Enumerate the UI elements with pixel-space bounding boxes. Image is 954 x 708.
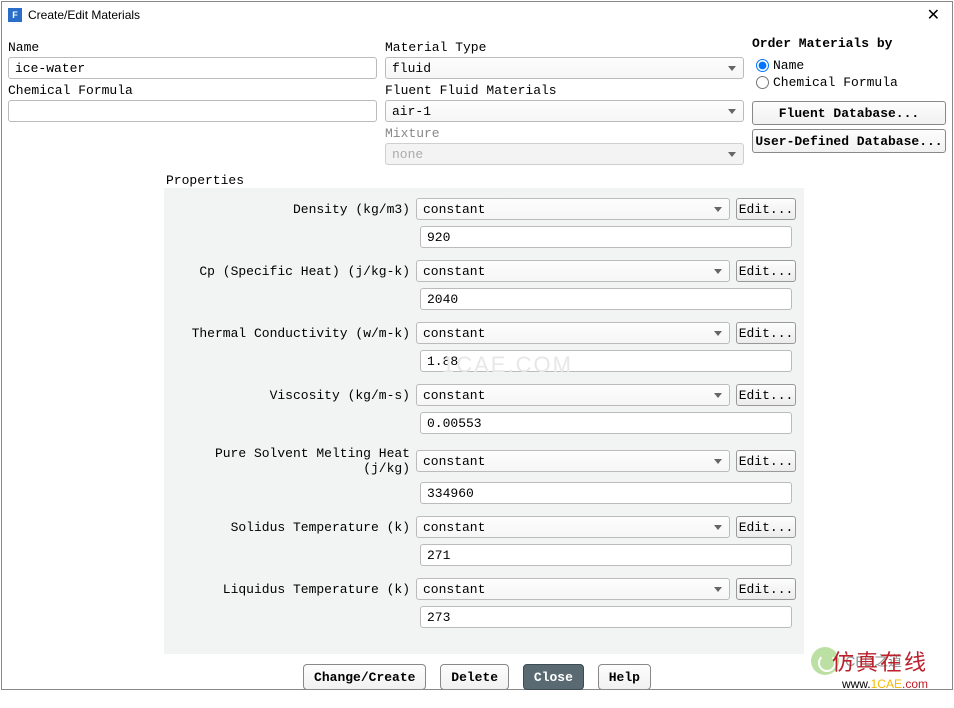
order-formula-radio-row[interactable]: Chemical Formula bbox=[756, 74, 946, 91]
prop-method-select[interactable]: constant bbox=[416, 322, 730, 344]
user-database-button[interactable]: User-Defined Database... bbox=[752, 129, 946, 153]
prop-method-select[interactable]: constant bbox=[416, 384, 730, 406]
prop-value-input[interactable] bbox=[420, 606, 792, 628]
name-label: Name bbox=[8, 40, 377, 55]
watermark-site: 仿真在线 www.1CAE.com bbox=[832, 645, 928, 691]
fluent-database-button[interactable]: Fluent Database... bbox=[752, 101, 946, 125]
prop-edit-button[interactable]: Edit... bbox=[736, 578, 796, 600]
material-type-label: Material Type bbox=[385, 40, 744, 55]
prop-method-select[interactable]: constant bbox=[416, 198, 730, 220]
fluid-materials-select[interactable]: air-1 bbox=[385, 100, 744, 122]
name-input[interactable] bbox=[8, 57, 377, 79]
window-title: Create/Edit Materials bbox=[28, 8, 921, 22]
order-name-radio-row[interactable]: Name bbox=[756, 57, 946, 74]
prop-edit-button[interactable]: Edit... bbox=[736, 384, 796, 406]
order-heading: Order Materials by bbox=[752, 36, 946, 51]
prop-edit-button[interactable]: Edit... bbox=[736, 322, 796, 344]
prop-label: Solidus Temperature (k) bbox=[172, 520, 410, 535]
window-close-button[interactable]: ✕ bbox=[921, 5, 946, 25]
formula-input[interactable] bbox=[8, 100, 377, 122]
change-create-button[interactable]: Change/Create bbox=[303, 664, 426, 690]
properties-legend: Properties bbox=[164, 173, 804, 188]
prop-value-input[interactable] bbox=[420, 482, 792, 504]
mixture-select: none bbox=[385, 143, 744, 165]
prop-edit-button[interactable]: Edit... bbox=[736, 450, 796, 472]
formula-label: Chemical Formula bbox=[8, 83, 377, 98]
order-formula-label: Chemical Formula bbox=[773, 75, 898, 90]
prop-label: Cp (Specific Heat) (j/kg-k) bbox=[172, 264, 410, 279]
prop-value-input[interactable] bbox=[420, 350, 792, 372]
order-name-radio[interactable] bbox=[756, 59, 769, 72]
mixture-label: Mixture bbox=[385, 126, 744, 141]
prop-label: Liquidus Temperature (k) bbox=[172, 582, 410, 597]
close-button[interactable]: Close bbox=[523, 664, 584, 690]
prop-value-input[interactable] bbox=[420, 288, 792, 310]
prop-value-input[interactable] bbox=[420, 412, 792, 434]
prop-method-select[interactable]: constant bbox=[416, 516, 730, 538]
prop-edit-button[interactable]: Edit... bbox=[736, 516, 796, 538]
prop-method-select[interactable]: constant bbox=[416, 450, 730, 472]
delete-button[interactable]: Delete bbox=[440, 664, 509, 690]
app-icon: F bbox=[8, 8, 22, 22]
prop-label: Pure Solvent Melting Heat (j/kg) bbox=[172, 446, 410, 476]
prop-method-select[interactable]: constant bbox=[416, 260, 730, 282]
prop-value-input[interactable] bbox=[420, 226, 792, 248]
prop-label: Thermal Conductivity (w/m-k) bbox=[172, 326, 410, 341]
help-button[interactable]: Help bbox=[598, 664, 651, 690]
prop-edit-button[interactable]: Edit... bbox=[736, 198, 796, 220]
prop-label: Viscosity (kg/m-s) bbox=[172, 388, 410, 403]
prop-method-select[interactable]: constant bbox=[416, 578, 730, 600]
prop-label: Density (kg/m3) bbox=[172, 202, 410, 217]
prop-edit-button[interactable]: Edit... bbox=[736, 260, 796, 282]
material-type-select[interactable]: fluid bbox=[385, 57, 744, 79]
fluid-materials-label: Fluent Fluid Materials bbox=[385, 83, 744, 98]
order-formula-radio[interactable] bbox=[756, 76, 769, 89]
order-name-label: Name bbox=[773, 58, 804, 73]
prop-value-input[interactable] bbox=[420, 544, 792, 566]
